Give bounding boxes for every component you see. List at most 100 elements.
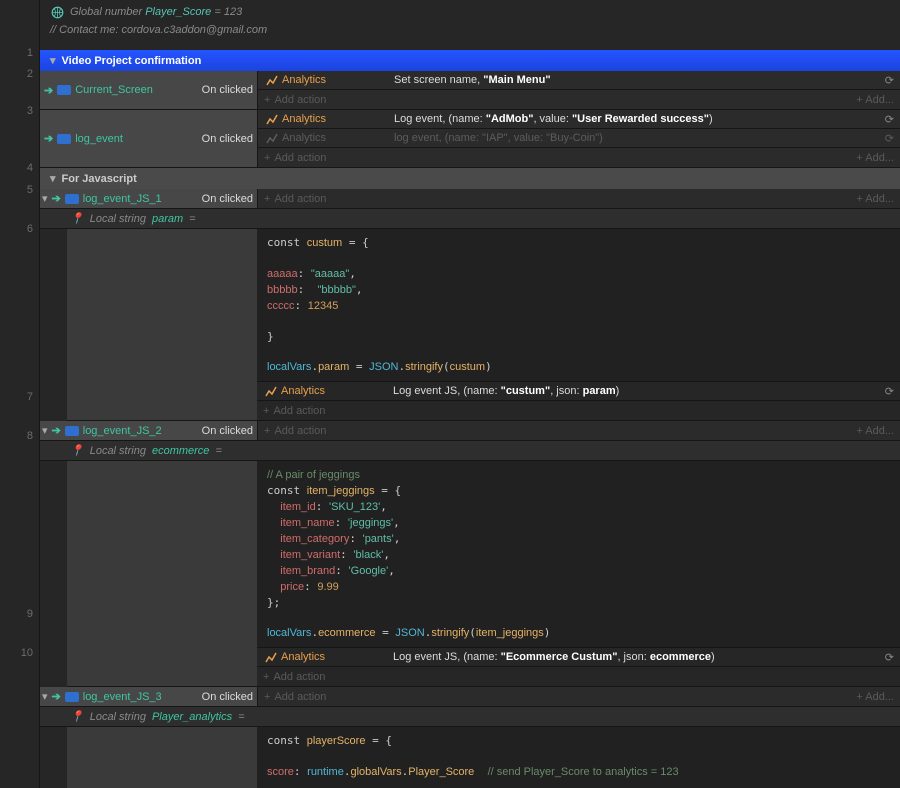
local-variable[interactable]: 📍 Local string Player_analytics =: [40, 707, 900, 727]
comment-line[interactable]: // Contact me: cordova.c3addon@gmail.com: [50, 19, 890, 36]
pin-icon: 📍: [70, 444, 84, 457]
line-num: 4: [0, 160, 39, 182]
script-block[interactable]: const playerScore = { score: runtime.glo…: [257, 727, 900, 788]
local-variable[interactable]: 📍 Local string param =: [40, 209, 900, 229]
condition-text: On clicked: [202, 425, 253, 437]
plus-icon: +: [264, 94, 270, 106]
event-row[interactable]: ▾ ➔ log_event_JS_2 On clicked + Add acti…: [40, 421, 900, 441]
button-icon: [65, 690, 79, 704]
local-variable[interactable]: 📍 Local string ecommerce =: [40, 441, 900, 461]
add-action-text: Add action: [274, 152, 326, 164]
line-num: 5: [0, 182, 39, 201]
line-num: 3: [0, 103, 39, 123]
sub-condition[interactable]: [67, 727, 257, 788]
add-action-text: Add action: [274, 425, 326, 437]
plugin-name: Analytics: [281, 651, 325, 663]
globe-icon: [50, 5, 64, 19]
add-action-row[interactable]: + Add action + Add...: [258, 189, 900, 208]
refresh-icon[interactable]: ⟳: [885, 651, 894, 664]
refresh-icon[interactable]: ⟳: [885, 385, 894, 398]
action-text: Log event JS, (name: "Ecommerce Custum",…: [393, 651, 885, 663]
analytics-icon: [264, 112, 278, 126]
group-title: For Javascript: [62, 173, 137, 185]
group-header[interactable]: ▾ For Javascript: [40, 168, 900, 189]
group-title: Video Project confirmation: [62, 55, 202, 67]
action-text: log event, (name: "IAP", value: "Buy-Coi…: [394, 132, 885, 144]
condition-text: On clicked: [202, 193, 253, 205]
condition-cell[interactable]: ➔ Current_Screen On clicked: [40, 71, 258, 109]
condition-cell[interactable]: ▾ ➔ log_event_JS_2 On clicked: [40, 421, 258, 440]
action-row[interactable]: Analytics Set screen name, "Main Menu" ⟳: [258, 71, 900, 90]
lvar-name: Player_analytics: [152, 711, 232, 723]
refresh-icon[interactable]: ⟳: [885, 132, 894, 145]
add-action-row[interactable]: + Add action: [257, 667, 900, 686]
condition-cell[interactable]: ▾ ➔ log_event_JS_1 On clicked: [40, 189, 258, 208]
line-gutter: 1 2 3 4 5 6 7 8 9 10: [0, 0, 40, 788]
add-condition[interactable]: + Add...: [856, 152, 894, 164]
script-block[interactable]: // A pair of jeggings const item_jegging…: [257, 461, 900, 648]
plugin-name: Analytics: [282, 113, 326, 125]
group-header[interactable]: ▾ Video Project confirmation: [40, 50, 900, 71]
lvar-name: param: [152, 213, 183, 225]
script-block[interactable]: const custum = { aaaaa: "aaaaa", bbbbb: …: [257, 229, 900, 382]
refresh-icon[interactable]: ⟳: [885, 74, 894, 87]
action-row[interactable]: Analytics Log event, (name: "AdMob", val…: [258, 110, 900, 129]
gvar-prefix: Global number: [70, 6, 142, 18]
trigger-arrow-icon: ➔: [44, 84, 53, 97]
add-condition[interactable]: + Add...: [856, 691, 894, 703]
global-variable[interactable]: Global number Player_Score = 123: [50, 5, 890, 19]
disabled-action-row[interactable]: Analytics log event, (name: "IAP", value…: [258, 129, 900, 148]
lvar-name: ecommerce: [152, 445, 209, 457]
action-row[interactable]: Analytics Log event JS, (name: "Ecommerc…: [257, 648, 900, 667]
trigger-arrow-icon: ➔: [44, 132, 53, 145]
chevron-down-icon: ▾: [50, 54, 56, 67]
lvar-prefix: Local string: [90, 711, 146, 723]
condition-cell[interactable]: ▾ ➔ log_event_JS_3 On clicked: [40, 687, 258, 706]
add-action-text: Add action: [274, 691, 326, 703]
sub-condition[interactable]: [67, 461, 257, 686]
analytics-icon: [263, 384, 277, 398]
object-name: log_event_JS_2: [83, 425, 162, 437]
trigger-arrow-icon: ➔: [52, 690, 61, 703]
add-action-row[interactable]: + Add action + Add...: [258, 421, 900, 440]
sub-condition[interactable]: [67, 229, 257, 420]
refresh-icon[interactable]: ⟳: [885, 113, 894, 126]
gvar-value: 123: [224, 6, 242, 18]
action-text: Set screen name, "Main Menu": [394, 74, 885, 86]
sub-event[interactable]: // A pair of jeggings const item_jegging…: [67, 461, 900, 687]
global-vars-area: Global number Player_Score = 123 // Cont…: [40, 0, 900, 50]
event-row[interactable]: ▾ ➔ log_event_JS_1 On clicked + Add acti…: [40, 189, 900, 209]
add-condition[interactable]: + Add...: [856, 193, 894, 205]
event-row[interactable]: ▾ ➔ log_event_JS_3 On clicked + Add acti…: [40, 687, 900, 707]
event-sheet[interactable]: Global number Player_Score = 123 // Cont…: [40, 0, 900, 788]
sub-event[interactable]: const playerScore = { score: runtime.glo…: [67, 727, 900, 788]
add-condition[interactable]: + Add...: [856, 425, 894, 437]
line-num: 9: [0, 606, 39, 625]
sub-event[interactable]: const custum = { aaaaa: "aaaaa", bbbbb: …: [67, 229, 900, 421]
condition-text: On clicked: [202, 133, 253, 145]
button-icon: [65, 424, 79, 438]
add-action-row[interactable]: + Add action: [257, 401, 900, 420]
plugin-name: Analytics: [282, 74, 326, 86]
line-num: 8: [0, 428, 39, 448]
button-icon: [57, 83, 71, 97]
add-action-text: Add action: [274, 94, 326, 106]
condition-cell[interactable]: ➔ log_event On clicked: [40, 110, 258, 167]
add-action-row[interactable]: + Add action + Add...: [258, 687, 900, 706]
analytics-icon: [264, 131, 278, 145]
line-num: 10: [0, 645, 39, 665]
action-text: Log event JS, (name: "custum", json: par…: [393, 385, 885, 397]
event-row[interactable]: ➔ Current_Screen On clicked Analytics Se…: [40, 71, 900, 110]
event-row[interactable]: ➔ log_event On clicked Analytics Log eve…: [40, 110, 900, 168]
chevron-down-icon: ▾: [42, 424, 48, 437]
condition-text: On clicked: [202, 84, 253, 96]
add-condition[interactable]: + Add...: [856, 94, 894, 106]
line-num: 1: [0, 45, 39, 66]
action-row[interactable]: Analytics Log event JS, (name: "custum",…: [257, 382, 900, 401]
add-action-row[interactable]: + Add action + Add...: [258, 90, 900, 109]
lvar-eq: =: [189, 213, 195, 225]
trigger-arrow-icon: ➔: [52, 424, 61, 437]
add-action-row[interactable]: + Add action + Add...: [258, 148, 900, 167]
lvar-eq: =: [238, 711, 244, 723]
gvar-name: Player_Score: [145, 6, 211, 18]
